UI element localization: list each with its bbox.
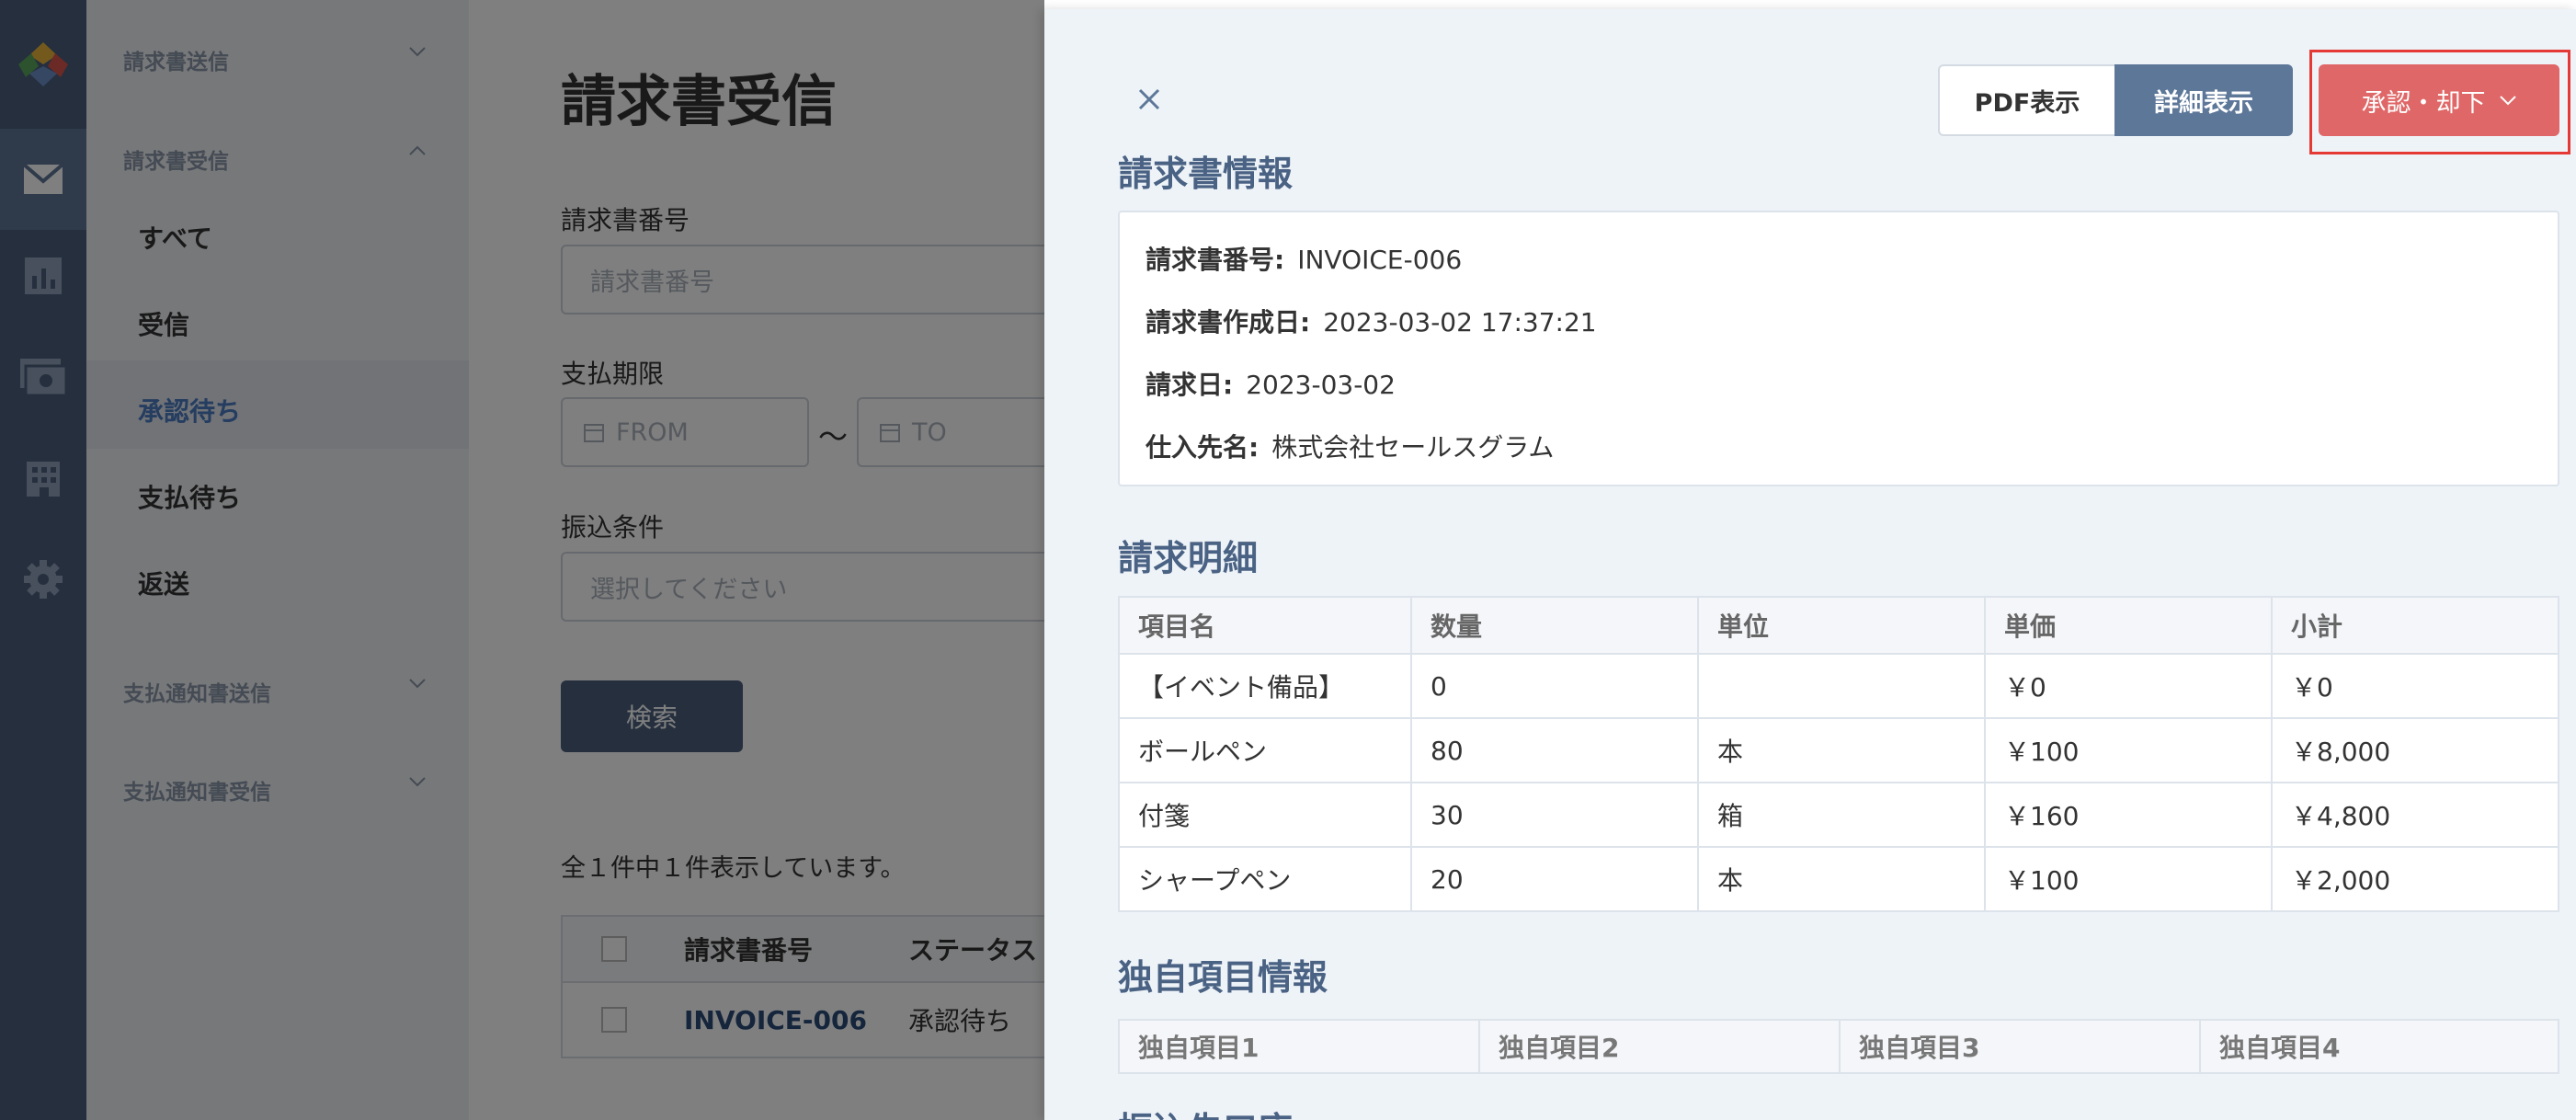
info-row-invoice-number: 請求書番号: INVOICE-006 (1146, 245, 1463, 275)
info-row-invoice-date: 請求日: 2023-03-02 (1146, 370, 1396, 400)
info-row-supplier: 仕入先名: 株式会社セールスグラム (1146, 432, 1555, 463)
custom-fields-table: 独自項目1 独自項目2 独自項目3 独自項目4 (1118, 1019, 2559, 1074)
invoice-items-table: 項目名 数量 単位 単価 小計 【イベント備品】 0 ￥0 ￥0 ボールペン 8… (1118, 596, 2559, 912)
column-unit: 単位 (1697, 596, 1986, 655)
invoice-detail-title: 請求明細 (1118, 538, 1259, 578)
detail-view-button[interactable]: 詳細表示 (2114, 64, 2293, 136)
pdf-view-button[interactable]: PDF表示 (1938, 64, 2116, 136)
column-subtotal: 小計 (2271, 596, 2559, 655)
custom-field-1: 独自項目1 (1118, 1019, 1480, 1074)
highlight-frame (2309, 50, 2570, 154)
table-row: シャープペン 20 本 ￥100 ￥2,000 (1118, 846, 2559, 912)
column-quantity: 数量 (1410, 596, 1699, 655)
custom-field-3: 独自項目3 (1839, 1019, 2201, 1074)
table-row: 【イベント備品】 0 ￥0 ￥0 (1118, 653, 2559, 719)
invoice-info-box: 請求書番号: INVOICE-006 請求書作成日: 2023-03-02 17:3… (1118, 211, 2559, 486)
custom-fields-title: 独自項目情報 (1118, 957, 1328, 998)
table-row: ボールペン 80 本 ￥100 ￥8,000 (1118, 717, 2559, 783)
modal-overlay[interactable] (0, 0, 1044, 1120)
invoice-detail-drawer: PDF表示 詳細表示 承認・却下 請求書情報 請求書番号: INVOICE-006… (1044, 9, 2576, 1120)
column-unit-price: 単価 (1984, 596, 2273, 655)
custom-field-4: 独自項目4 (2199, 1019, 2559, 1074)
custom-field-2: 独自項目2 (1478, 1019, 1841, 1074)
bank-account-title: 振込先口座 (1118, 1102, 1293, 1120)
info-row-created-date: 請求書作成日: 2023-03-02 17:37:21 (1146, 307, 1597, 337)
invoice-info-title: 請求書情報 (1118, 154, 1294, 194)
close-icon[interactable] (1131, 81, 1168, 118)
table-row: 付箋 30 箱 ￥160 ￥4,800 (1118, 782, 2559, 848)
column-item-name: 項目名 (1118, 596, 1412, 655)
